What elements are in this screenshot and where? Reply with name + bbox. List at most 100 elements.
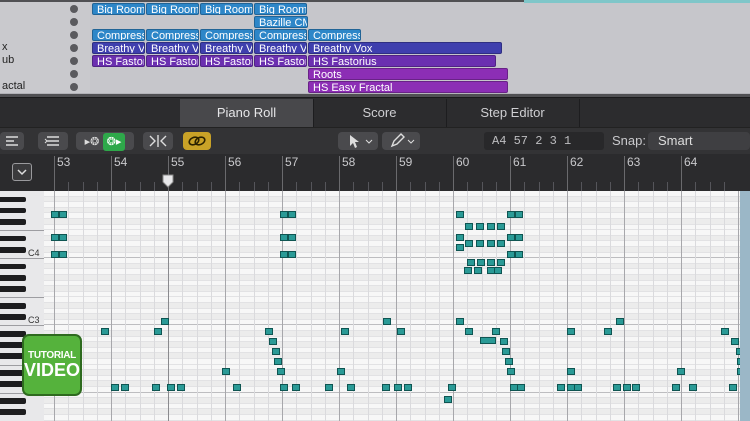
pointer-tool-menu[interactable] bbox=[338, 132, 378, 150]
midi-note[interactable] bbox=[444, 396, 452, 403]
midi-note[interactable] bbox=[277, 368, 285, 375]
midi-note[interactable] bbox=[456, 211, 464, 218]
midi-note[interactable] bbox=[689, 384, 697, 391]
arrange-region[interactable]: Big Room bbox=[92, 3, 145, 15]
midi-note[interactable] bbox=[59, 251, 67, 258]
midi-note[interactable] bbox=[59, 234, 67, 241]
track-header[interactable] bbox=[0, 15, 90, 29]
black-key[interactable] bbox=[0, 314, 26, 320]
midi-note[interactable] bbox=[497, 223, 505, 230]
track-lane[interactable] bbox=[90, 15, 750, 29]
midi-note[interactable] bbox=[274, 358, 282, 365]
track-header[interactable]: ub bbox=[0, 54, 90, 68]
midi-note[interactable] bbox=[613, 384, 621, 391]
tab-step-editor[interactable]: Step Editor bbox=[446, 99, 580, 127]
midi-note[interactable] bbox=[465, 328, 473, 335]
midi-note[interactable] bbox=[394, 384, 402, 391]
black-key[interactable] bbox=[0, 331, 26, 337]
vertical-scrollbar[interactable] bbox=[740, 191, 750, 421]
arrange-region[interactable]: Big Room bbox=[254, 3, 307, 15]
midi-note[interactable] bbox=[474, 267, 482, 274]
midi-note[interactable] bbox=[557, 384, 565, 391]
midi-note[interactable] bbox=[161, 318, 169, 325]
arrange-region[interactable]: HS Easy Fractal bbox=[308, 81, 508, 93]
midi-note[interactable] bbox=[477, 259, 485, 266]
arrange-region[interactable]: HS Fastor bbox=[254, 55, 307, 67]
midi-note[interactable] bbox=[265, 328, 273, 335]
midi-note[interactable] bbox=[292, 384, 300, 391]
midi-note[interactable] bbox=[222, 368, 230, 375]
midi-note[interactable] bbox=[383, 318, 391, 325]
midi-note[interactable] bbox=[623, 384, 631, 391]
midi-note[interactable] bbox=[280, 384, 288, 391]
midi-note[interactable] bbox=[574, 384, 582, 391]
arrange-region[interactable]: Compress bbox=[146, 29, 199, 41]
track-record-dot-icon[interactable] bbox=[70, 83, 78, 91]
track-record-dot-icon[interactable] bbox=[70, 44, 78, 52]
midi-note[interactable] bbox=[280, 251, 288, 258]
midi-note[interactable] bbox=[59, 211, 67, 218]
midi-note[interactable] bbox=[505, 358, 513, 365]
midi-note[interactable] bbox=[272, 348, 280, 355]
midi-note[interactable] bbox=[507, 251, 515, 258]
midi-note[interactable] bbox=[404, 384, 412, 391]
midi-in-icon[interactable] bbox=[0, 132, 24, 150]
track-header[interactable] bbox=[0, 28, 90, 42]
arrange-region[interactable]: Compress bbox=[254, 29, 307, 41]
midi-note[interactable] bbox=[502, 348, 510, 355]
note-grid[interactable] bbox=[44, 191, 740, 421]
midi-note[interactable] bbox=[604, 328, 612, 335]
midi-note[interactable] bbox=[382, 384, 390, 391]
midi-note[interactable] bbox=[464, 267, 472, 274]
track-record-dot-icon[interactable] bbox=[70, 70, 78, 78]
arrange-region[interactable]: HS Fastor bbox=[200, 55, 253, 67]
midi-note[interactable] bbox=[448, 384, 456, 391]
black-key[interactable] bbox=[0, 196, 26, 203]
midi-note[interactable] bbox=[347, 384, 355, 391]
midi-note[interactable] bbox=[487, 223, 495, 230]
midi-note[interactable] bbox=[288, 251, 296, 258]
arrange-region[interactable]: Roots bbox=[308, 68, 508, 80]
midi-note[interactable] bbox=[51, 234, 59, 241]
midi-note[interactable] bbox=[269, 338, 277, 345]
list-toggle-icon[interactable] bbox=[38, 132, 68, 150]
black-key[interactable] bbox=[0, 247, 26, 253]
midi-note[interactable] bbox=[121, 384, 129, 391]
link-icon[interactable] bbox=[183, 132, 211, 150]
midi-note[interactable] bbox=[515, 234, 523, 241]
arrange-region[interactable]: Breathy V bbox=[92, 42, 145, 54]
midi-note[interactable] bbox=[280, 234, 288, 241]
arrange-region[interactable]: Compress bbox=[92, 29, 145, 41]
midi-note[interactable] bbox=[51, 251, 59, 258]
midi-note[interactable] bbox=[731, 338, 739, 345]
midi-note[interactable] bbox=[487, 259, 495, 266]
midi-note[interactable] bbox=[154, 328, 162, 335]
track-record-dot-icon[interactable] bbox=[70, 57, 78, 65]
midi-note[interactable] bbox=[480, 337, 496, 344]
midi-note[interactable] bbox=[500, 338, 508, 345]
black-key[interactable] bbox=[0, 303, 26, 309]
midi-thru-button[interactable]: ▸❂ ❂▸ bbox=[76, 132, 134, 151]
midi-note[interactable] bbox=[177, 384, 185, 391]
tab-score[interactable]: Score bbox=[313, 99, 447, 127]
black-key[interactable] bbox=[0, 219, 26, 225]
arrange-region[interactable]: Compress bbox=[308, 29, 361, 41]
midi-note[interactable] bbox=[456, 318, 464, 325]
midi-note[interactable] bbox=[497, 240, 505, 247]
midi-note[interactable] bbox=[341, 328, 349, 335]
arrange-region[interactable]: Big Room bbox=[200, 3, 253, 15]
arrange-region[interactable]: Breathy V bbox=[146, 42, 199, 54]
track-header[interactable]: actal bbox=[0, 80, 90, 94]
midi-note[interactable] bbox=[515, 251, 523, 258]
midi-note[interactable] bbox=[507, 211, 515, 218]
midi-note[interactable] bbox=[397, 328, 405, 335]
arrange-region[interactable]: Breathy V bbox=[254, 42, 307, 54]
midi-note[interactable] bbox=[507, 368, 515, 375]
midi-note[interactable] bbox=[487, 240, 495, 247]
black-key[interactable] bbox=[0, 263, 26, 270]
black-key[interactable] bbox=[0, 207, 26, 214]
midi-note[interactable] bbox=[456, 234, 464, 241]
track-record-dot-icon[interactable] bbox=[70, 18, 78, 26]
collapse-keyboard-icon[interactable] bbox=[12, 163, 32, 181]
midi-note[interactable] bbox=[616, 318, 624, 325]
